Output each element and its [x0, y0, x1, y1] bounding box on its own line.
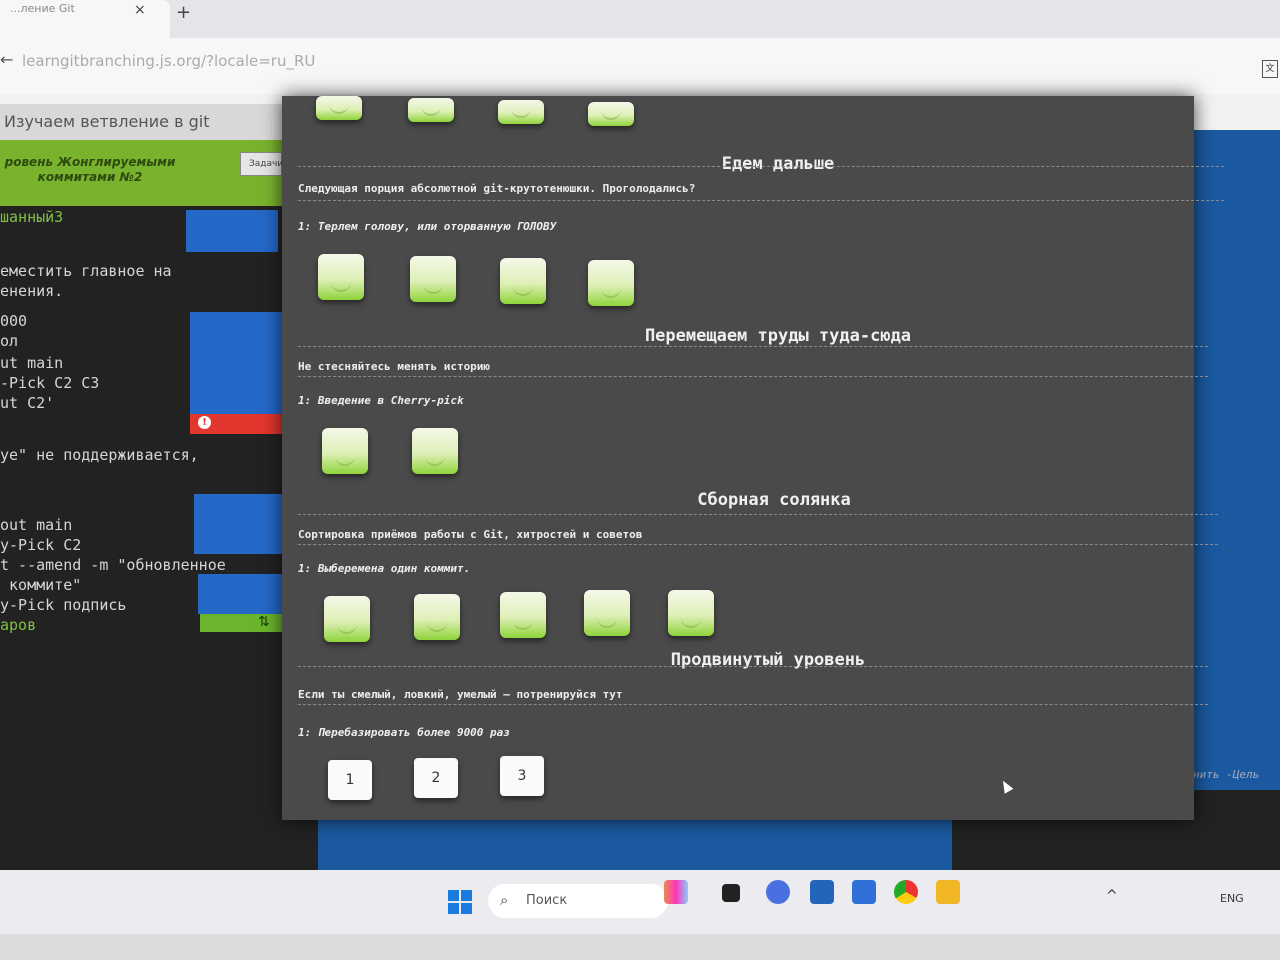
taskbar-search[interactable]: ⌕ Поиск [488, 884, 668, 918]
level-button[interactable] [588, 260, 634, 306]
terminal-line: аров [0, 616, 37, 634]
section-title: Едем дальше [721, 154, 835, 174]
terminal-line: -Pick C2 C3 [0, 374, 100, 392]
taskbar: ⌕ Поиск ^ ENG [0, 870, 1280, 934]
language-indicator[interactable]: ENG [1220, 892, 1244, 905]
browser-tab[interactable]: ...ление Git × [0, 0, 170, 38]
task-view-icon[interactable] [722, 884, 740, 902]
level-title: 1: Терлем голову, или оторванную ГОЛОВУ [298, 220, 557, 233]
section-title: Перемещаем труды туда-сюда [644, 326, 912, 346]
address-bar: ← learngitbranching.js.org/?locale=ru_RU [0, 38, 1280, 94]
section-description: Не стесняйтесь менять историю [298, 360, 491, 373]
divider [298, 544, 1218, 545]
level-button[interactable] [414, 594, 460, 640]
divider [298, 514, 1218, 515]
level-button-3[interactable]: 3 [500, 756, 544, 796]
section-title: Продвинутый уровень [670, 650, 866, 670]
warning-icon: ! [198, 416, 211, 429]
browser-tab-bar: ...ление Git × + [0, 0, 1280, 38]
sync-icon: ⇅ [258, 614, 270, 630]
level-title: 1: Выберемена один коммит. [298, 562, 471, 575]
folder-icon[interactable] [936, 880, 960, 904]
tray-expand-icon[interactable]: ^ [1106, 888, 1118, 904]
terminal-line: ut main [0, 354, 64, 372]
level-label: ровень Жонглируемыми коммитами №2 [4, 155, 176, 184]
level-button[interactable] [498, 100, 544, 124]
level-button[interactable] [500, 592, 546, 638]
translate-icon[interactable]: 文 [1262, 60, 1278, 78]
divider [298, 166, 1224, 167]
close-icon[interactable]: × [134, 2, 146, 18]
goal-hint: нить -Цель [1193, 768, 1260, 781]
back-arrow-icon[interactable]: ← [0, 50, 13, 69]
level-bar: ровень Жонглируемыми коммитами №2 Задачи [0, 140, 283, 206]
divider [298, 704, 1208, 705]
section-description: Если ты смелый, ловкий, умелый – потрени… [298, 688, 623, 701]
search-placeholder: Поиск [526, 893, 568, 908]
level-button[interactable] [318, 254, 364, 300]
divider [298, 376, 1208, 377]
url-field[interactable]: learngitbranching.js.org/?locale=ru_RU [22, 52, 315, 70]
command-block [194, 494, 286, 554]
terminal-line: y-Pick подпись [0, 596, 127, 614]
app-title: Изучаем ветвление в git [4, 112, 210, 131]
chat-icon[interactable] [766, 880, 790, 904]
terminal-line: ut C2' [0, 394, 55, 412]
level-button[interactable] [324, 596, 370, 642]
divider [298, 346, 1208, 347]
command-block [198, 574, 290, 614]
terminal-line: ye" не поддерживается, [0, 446, 199, 464]
divider [298, 200, 1224, 201]
level-button-1[interactable]: 1 [328, 760, 372, 800]
tab-title: ...ление Git [10, 2, 75, 15]
terminal-line: еместить главное на [0, 262, 172, 280]
divider [298, 666, 1208, 667]
tasks-button[interactable]: Задачи [240, 152, 283, 176]
level-select-dialog: Едем дальше Следующая порция абсолютной … [282, 96, 1224, 820]
chrome-icon[interactable] [894, 880, 918, 904]
section-description: Следующая порция абсолютной git-крутотен… [298, 182, 696, 195]
terminal-line: 000 [0, 312, 28, 330]
terminal-line: y-Pick C2 [0, 536, 82, 554]
level-button[interactable] [322, 428, 368, 474]
command-block [186, 210, 278, 252]
command-success: ⇅ [200, 614, 292, 632]
section-description: Сортировка приёмов работы с Git, хитрост… [298, 528, 643, 541]
save-icon[interactable] [852, 880, 876, 904]
terminal-line: енения. [0, 282, 64, 300]
terminal-line: t --amend -m "обновленное [0, 556, 226, 574]
level-button-2[interactable]: 2 [414, 758, 458, 798]
level-button[interactable] [584, 590, 630, 636]
level-title: 1: Введение в Cherry-pick [298, 394, 464, 407]
new-tab-icon[interactable]: + [176, 2, 191, 23]
command-error: ! [190, 414, 282, 434]
level-button[interactable] [412, 428, 458, 474]
terminal-line: шанный3 [0, 208, 64, 226]
level-button[interactable] [316, 96, 362, 120]
level-button[interactable] [668, 590, 714, 636]
section-title: Сборная солянка [697, 490, 851, 510]
level-button[interactable] [408, 98, 454, 122]
terminal-line: ол [0, 332, 19, 350]
app-title-bar: Изучаем ветвление в git [0, 104, 282, 140]
terminal-line: out main [0, 516, 73, 534]
level-button[interactable] [410, 256, 456, 302]
start-icon[interactable] [448, 890, 472, 914]
level-title: 1: Перебазировать более 9000 раз [298, 726, 510, 739]
level-button[interactable] [500, 258, 546, 304]
command-block [190, 312, 282, 414]
widgets-icon[interactable] [664, 880, 688, 904]
search-icon: ⌕ [500, 891, 509, 909]
terminal[interactable]: ! ⇅ шанный3 еместить главное на енения. … [0, 206, 318, 876]
level-button[interactable] [588, 102, 634, 126]
store-icon[interactable] [810, 880, 834, 904]
terminal-line: коммите" [0, 576, 82, 594]
